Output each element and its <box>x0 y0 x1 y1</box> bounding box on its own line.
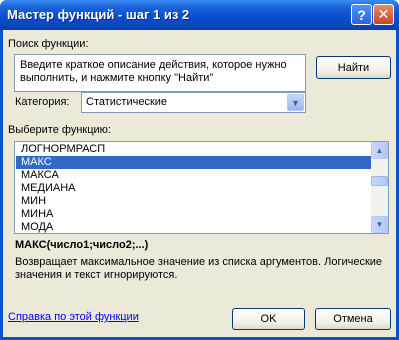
function-item-maksa[interactable]: МАКСА <box>16 169 372 182</box>
vertical-scrollbar[interactable]: ▲ ▼ <box>371 142 388 233</box>
find-button[interactable]: Найти <box>316 56 391 79</box>
scroll-up-button[interactable]: ▲ <box>371 142 388 159</box>
ok-button[interactable]: OK <box>232 308 305 330</box>
function-help-link[interactable]: Справка по этой функции <box>8 311 139 323</box>
chevron-down-icon: ▼ <box>291 97 300 108</box>
function-item-min[interactable]: МИН <box>16 195 372 208</box>
cancel-button[interactable]: Отмена <box>315 308 391 330</box>
chevron-up-icon: ▲ <box>375 146 384 155</box>
function-item-lognormrasp[interactable]: ЛОГНОРМРАСП <box>16 143 372 156</box>
function-syntax: МАКС(число1;число2;...) <box>15 239 149 251</box>
search-input[interactable]: Введите краткое описание действия, котор… <box>14 54 306 92</box>
close-icon: ✕ <box>377 6 390 22</box>
function-list[interactable]: ЛОГНОРМРАСП МАКС МАКСА МЕДИАНА МИН МИНА … <box>14 141 389 234</box>
scroll-thumb[interactable] <box>371 176 388 186</box>
category-selected-value: Статистические <box>86 96 168 108</box>
chevron-down-icon: ▼ <box>375 220 384 229</box>
cancel-button-label: Отмена <box>333 313 373 325</box>
help-button[interactable]: ? <box>351 4 372 25</box>
question-mark-icon: ? <box>357 6 366 23</box>
category-select[interactable]: Статистические ▼ <box>81 92 306 113</box>
dialog-title: Мастер функций - шаг 1 из 2 <box>7 7 190 22</box>
search-label: Поиск функции: <box>8 38 89 50</box>
category-label: Категория: <box>15 96 70 108</box>
function-description: Возвращает максимальное значение из спис… <box>15 256 383 281</box>
function-list-label: Выберите функцию: <box>8 124 111 136</box>
find-button-label: Найти <box>337 61 370 74</box>
dropdown-button[interactable]: ▼ <box>287 94 304 111</box>
close-button[interactable]: ✕ <box>373 4 394 25</box>
title-bar[interactable]: Мастер функций - шаг 1 из 2 ? ✕ <box>0 0 399 30</box>
function-item-mediana[interactable]: МЕДИАНА <box>16 182 372 195</box>
function-wizard-dialog: Мастер функций - шаг 1 из 2 ? ✕ Поиск фу… <box>0 0 399 340</box>
function-item-maks[interactable]: МАКС <box>16 156 372 169</box>
function-item-mina[interactable]: МИНА <box>16 208 372 221</box>
ok-button-label: OK <box>260 313 277 325</box>
function-item-moda[interactable]: МОДА <box>16 221 372 233</box>
scroll-down-button[interactable]: ▼ <box>371 216 388 233</box>
